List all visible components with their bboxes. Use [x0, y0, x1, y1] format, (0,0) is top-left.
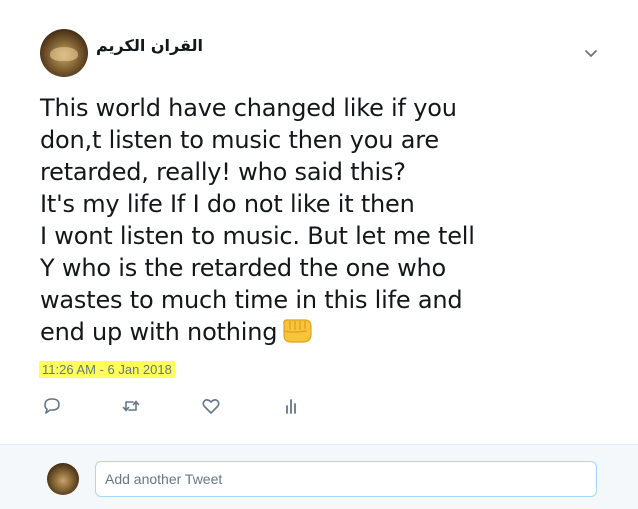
- analytics-icon[interactable]: [279, 394, 303, 418]
- tweet-timestamp[interactable]: 11:26 AM - 6 Jan 2018: [39, 361, 175, 378]
- chevron-down-icon[interactable]: [582, 44, 600, 62]
- tweet-card: القران الكريم This world have changed li…: [0, 0, 638, 444]
- reply-composer: [0, 444, 638, 509]
- author-avatar[interactable]: [40, 29, 88, 77]
- oncoming-fist-emoji-icon: [283, 319, 312, 343]
- user-avatar[interactable]: [47, 463, 79, 495]
- tweet-text: This world have changed like if you don,…: [40, 92, 510, 348]
- author-name[interactable]: القران الكريم: [96, 36, 203, 55]
- retweet-icon[interactable]: [119, 394, 143, 418]
- add-tweet-input[interactable]: [95, 461, 597, 497]
- like-icon[interactable]: [199, 394, 223, 418]
- tweet-text-body: This world have changed like if you don,…: [40, 94, 475, 346]
- reply-icon[interactable]: [40, 394, 64, 418]
